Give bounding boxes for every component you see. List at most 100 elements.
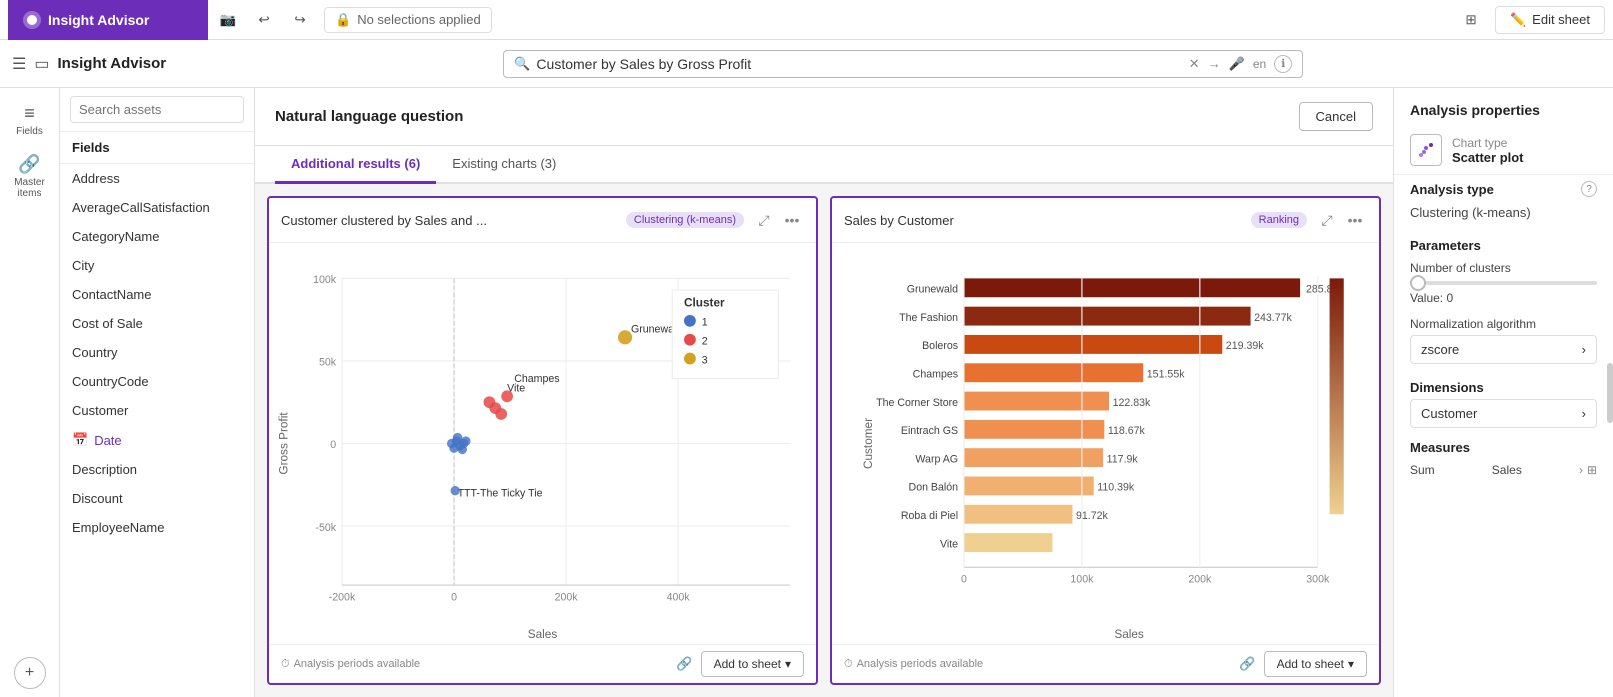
more-scatter-button[interactable]: ••• bbox=[780, 208, 804, 232]
field-item-category[interactable]: CategoryName bbox=[60, 222, 254, 251]
redo-icon[interactable]: ↪ bbox=[284, 4, 316, 36]
fields-header: Fields bbox=[60, 132, 254, 164]
bar-chart-header: Sales by Customer Ranking ⤢ ••• bbox=[832, 198, 1379, 243]
svg-text:151.55k: 151.55k bbox=[1147, 368, 1185, 380]
main-layout: ≡ Fields 🔗 Master items + Fields Address… bbox=[0, 88, 1613, 697]
svg-text:Gross Profit: Gross Profit bbox=[278, 412, 291, 475]
svg-text:100k: 100k bbox=[313, 274, 337, 286]
sidebar-item-master-items[interactable]: 🔗 Master items bbox=[6, 152, 54, 200]
sidebar-toggle-left[interactable]: ☰ bbox=[12, 54, 26, 74]
lock-icon: 🔒 bbox=[335, 12, 351, 28]
add-to-sheet-label-bar: Add to sheet bbox=[1277, 657, 1344, 671]
field-item-address[interactable]: Address bbox=[60, 164, 254, 193]
cluster-slider-row bbox=[1394, 277, 1613, 289]
svg-text:Sales: Sales bbox=[528, 628, 558, 641]
add-panel-button[interactable]: + bbox=[14, 657, 46, 689]
measure-row: Sum Sales › ⊞ bbox=[1394, 459, 1613, 481]
add-to-sheet-button-scatter[interactable]: Add to sheet ▾ bbox=[701, 651, 804, 677]
field-item-discount[interactable]: Discount bbox=[60, 484, 254, 513]
brand-icon bbox=[22, 10, 42, 30]
clear-icon[interactable]: ✕ bbox=[1189, 56, 1200, 72]
analysis-help-icon[interactable]: ? bbox=[1581, 181, 1597, 197]
more-bar-button[interactable]: ••• bbox=[1343, 208, 1367, 232]
scatter-footer-text: Analysis periods available bbox=[294, 658, 421, 670]
search-input[interactable] bbox=[536, 56, 1188, 72]
mic-icon[interactable]: 🎤 bbox=[1229, 56, 1245, 72]
selection-indicator: 🔒 No selections applied bbox=[324, 7, 492, 33]
right-panel: Analysis properties Chart type Scatter p… bbox=[1393, 88, 1613, 697]
field-item-date[interactable]: 📅 Date bbox=[60, 425, 254, 455]
fields-search-input[interactable] bbox=[70, 96, 244, 123]
field-item-avgcall[interactable]: AverageCallSatisfaction bbox=[60, 193, 254, 222]
undo-icon[interactable]: ↩ bbox=[248, 4, 280, 36]
svg-text:Eintrach GS: Eintrach GS bbox=[901, 425, 958, 437]
bar-chart-title: Sales by Customer bbox=[844, 213, 1243, 228]
grid-icon-measure[interactable]: ⊞ bbox=[1587, 463, 1597, 477]
field-item-contact[interactable]: ContactName bbox=[60, 280, 254, 309]
dimension-value: Customer bbox=[1421, 406, 1477, 421]
analysis-type-header: Analysis type ? bbox=[1394, 175, 1613, 203]
master-items-icon: 🔗 bbox=[18, 154, 40, 175]
dimension-dropdown[interactable]: Customer › bbox=[1410, 399, 1597, 428]
right-panel-scrollbar[interactable] bbox=[1607, 363, 1613, 423]
svg-text:0: 0 bbox=[330, 439, 336, 451]
field-item-country[interactable]: Country bbox=[60, 338, 254, 367]
svg-text:The Corner Store: The Corner Store bbox=[876, 397, 958, 409]
normalization-dropdown[interactable]: zscore › bbox=[1410, 335, 1597, 364]
sidebar-item-fields[interactable]: ≡ Fields bbox=[6, 96, 54, 144]
svg-text:0: 0 bbox=[961, 574, 967, 586]
svg-text:Boleros: Boleros bbox=[922, 340, 958, 352]
scatter-svg: Gross Profit Sales bbox=[269, 243, 816, 644]
svg-text:243.77k: 243.77k bbox=[1254, 312, 1292, 324]
svg-text:Sales: Sales bbox=[1114, 628, 1144, 641]
field-item-costofsale[interactable]: Cost of Sale bbox=[60, 309, 254, 338]
field-item-employee[interactable]: EmployeeName bbox=[60, 513, 254, 542]
fields-panel: Fields Address AverageCallSatisfaction C… bbox=[60, 88, 255, 697]
scatter-chart-title: Customer clustered by Sales and ... bbox=[281, 213, 618, 228]
svg-text:0: 0 bbox=[451, 591, 457, 603]
share-icon-bar[interactable]: 🔗 bbox=[1239, 656, 1255, 672]
cluster-slider-track[interactable] bbox=[1410, 281, 1597, 285]
tab-existing-charts[interactable]: Existing charts (3) bbox=[436, 146, 572, 184]
scatter-chart-footer: ⏱ Analysis periods available 🔗 Add to sh… bbox=[269, 644, 816, 683]
field-item-description[interactable]: Description bbox=[60, 455, 254, 484]
expand-bar-button[interactable]: ⤢ bbox=[1315, 208, 1339, 232]
capture-icon[interactable]: 📷 bbox=[212, 4, 244, 36]
info-icon[interactable]: ℹ bbox=[1274, 55, 1292, 73]
chevron-down-icon-scatter: ▾ bbox=[785, 657, 791, 671]
lang-select[interactable]: en bbox=[1253, 57, 1266, 71]
tab-additional-results[interactable]: Additional results (6) bbox=[275, 146, 436, 184]
share-icon-scatter[interactable]: 🔗 bbox=[676, 656, 692, 672]
fields-icon: ≡ bbox=[24, 103, 35, 124]
chevron-right-measure[interactable]: › bbox=[1579, 463, 1583, 477]
svg-text:Customer: Customer bbox=[862, 418, 875, 469]
field-item-customer[interactable]: Customer bbox=[60, 396, 254, 425]
edit-sheet-button[interactable]: ✏️ Edit sheet bbox=[1495, 6, 1605, 34]
num-clusters-label: Number of clusters bbox=[1394, 257, 1613, 277]
svg-text:110.39k: 110.39k bbox=[1097, 482, 1135, 494]
grid-icon-btn[interactable]: ⊞ bbox=[1455, 4, 1487, 36]
bar-svg: Customer Sales Grunewald 285.89k The Fas… bbox=[832, 243, 1379, 644]
cluster-slider-thumb[interactable] bbox=[1410, 275, 1426, 291]
search-bar[interactable]: 🔍 ✕ → 🎤 en ℹ bbox=[503, 50, 1303, 78]
chart-type-icon bbox=[1410, 134, 1442, 166]
fields-list: Address AverageCallSatisfaction Category… bbox=[60, 164, 254, 697]
field-item-countrycode[interactable]: CountryCode bbox=[60, 367, 254, 396]
expand-scatter-button[interactable]: ⤢ bbox=[752, 208, 776, 232]
svg-text:400k: 400k bbox=[667, 591, 691, 603]
chart-type-value: Scatter plot bbox=[1452, 150, 1524, 165]
svg-text:200k: 200k bbox=[555, 591, 579, 603]
bar-footer-text: Analysis periods available bbox=[857, 658, 984, 670]
date-field-icon: 📅 bbox=[72, 432, 88, 448]
sidebar-toggle-panel[interactable]: ▭ bbox=[34, 54, 49, 74]
fields-search-area bbox=[60, 88, 254, 132]
measure1-label: Sum bbox=[1410, 463, 1435, 477]
add-to-sheet-button-bar[interactable]: Add to sheet ▾ bbox=[1264, 651, 1367, 677]
svg-text:Champes: Champes bbox=[514, 373, 559, 385]
arrow-icon[interactable]: → bbox=[1208, 56, 1221, 71]
cancel-button[interactable]: Cancel bbox=[1299, 102, 1373, 131]
charts-area: Customer clustered by Sales and ... Clus… bbox=[255, 184, 1393, 697]
slider-value-label: Value: 0 bbox=[1394, 289, 1613, 311]
field-item-city[interactable]: City bbox=[60, 251, 254, 280]
svg-text:Grunewald: Grunewald bbox=[907, 284, 958, 296]
